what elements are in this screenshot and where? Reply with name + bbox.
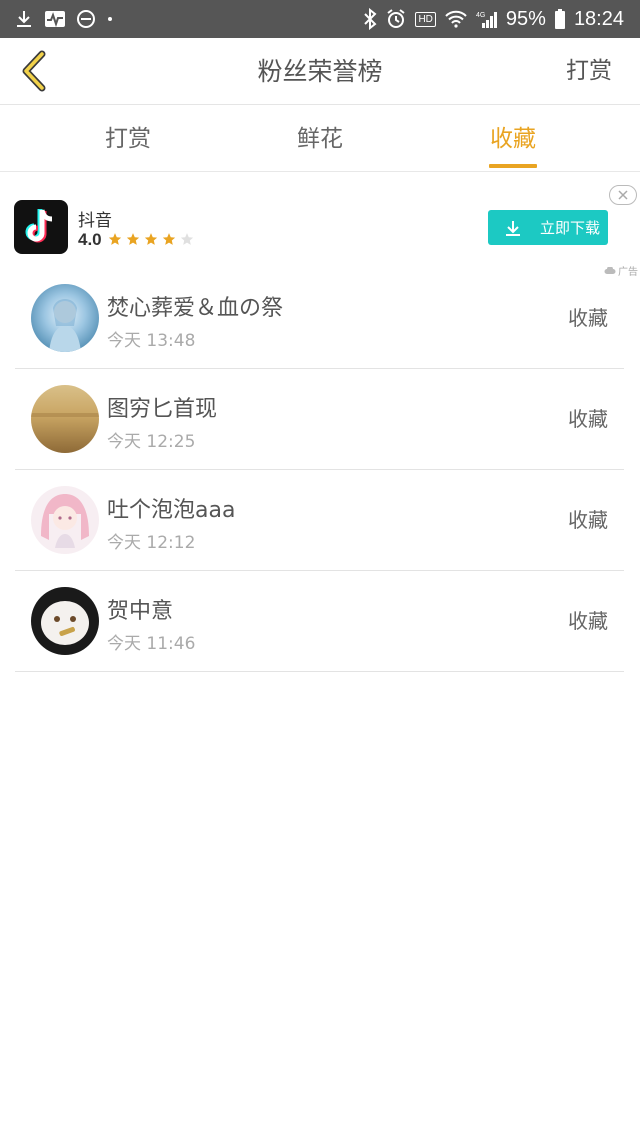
wifi-icon bbox=[444, 0, 468, 38]
star-filled-icon bbox=[108, 233, 122, 245]
tab-favorites[interactable]: 收藏 bbox=[453, 106, 573, 172]
reward-button[interactable]: 打赏 bbox=[566, 38, 612, 105]
notification-dot-icon bbox=[106, 0, 114, 38]
battery-percent: 95% bbox=[505, 7, 546, 30]
star-filled-icon bbox=[162, 233, 176, 245]
hd-icon: HD bbox=[415, 0, 436, 38]
do-not-disturb-icon bbox=[76, 0, 96, 38]
avatar[interactable] bbox=[31, 385, 99, 453]
tab-bar: 打赏 鲜花 收藏 bbox=[0, 106, 640, 172]
alarm-icon bbox=[385, 0, 407, 38]
user-name: 图穷匕首现 bbox=[107, 397, 218, 422]
star-filled-icon bbox=[144, 233, 158, 245]
ad-close-button[interactable] bbox=[609, 185, 637, 205]
record-time: 今天 13:48 bbox=[107, 331, 196, 351]
record-type: 收藏 bbox=[568, 508, 608, 532]
bluetooth-icon bbox=[363, 0, 377, 38]
list-item[interactable]: 图穷匕首现 今天 12:25 收藏 bbox=[15, 369, 624, 470]
list-item[interactable]: 贺中意 今天 11:46 收藏 bbox=[15, 571, 624, 672]
list-item[interactable]: 吐个泡泡aaa 今天 12:12 收藏 bbox=[15, 470, 624, 571]
status-bar-left bbox=[14, 0, 114, 38]
status-bar: HD 4G 95% 18:24 bbox=[0, 0, 640, 38]
avatar[interactable] bbox=[31, 284, 99, 352]
nav-header: 粉丝荣誉榜 打赏 bbox=[0, 38, 640, 105]
record-type: 收藏 bbox=[568, 306, 608, 330]
record-type: 收藏 bbox=[568, 407, 608, 431]
close-icon bbox=[618, 190, 628, 200]
avatar[interactable] bbox=[31, 587, 99, 655]
battery-icon bbox=[554, 0, 566, 38]
favorites-list: 焚心葬爱＆血の祭 今天 13:48 收藏 图穷匕首现 今天 12:25 收藏 吐… bbox=[15, 268, 624, 672]
status-bar-right: HD 4G 95% 18:24 bbox=[363, 0, 624, 38]
star-filled-icon bbox=[126, 233, 140, 245]
ad-rating-stars bbox=[108, 232, 194, 246]
record-time: 今天 11:46 bbox=[107, 634, 196, 654]
download-arrow-icon bbox=[505, 220, 520, 236]
user-name: 焚心葬爱＆血の祭 bbox=[107, 296, 284, 321]
download-icon bbox=[14, 0, 34, 38]
download-now-button[interactable]: 立即下载 bbox=[488, 210, 608, 245]
clock: 18:24 bbox=[573, 7, 624, 30]
activity-icon bbox=[44, 0, 66, 38]
record-type: 收藏 bbox=[568, 609, 608, 633]
avatar[interactable] bbox=[31, 486, 99, 554]
download-now-label: 立即下载 bbox=[539, 219, 600, 237]
tab-flowers[interactable]: 鲜花 bbox=[260, 106, 380, 172]
ad-app-name: 抖音 bbox=[78, 211, 112, 231]
ad-banner[interactable]: 抖音 4.0 立即下载 广告 bbox=[0, 172, 640, 278]
tab-reward[interactable]: 打赏 bbox=[68, 106, 188, 172]
svg-text:4G: 4G bbox=[476, 12, 485, 19]
user-name: 吐个泡泡aaa bbox=[107, 498, 236, 523]
record-time: 今天 12:25 bbox=[107, 432, 196, 452]
signal-icon: 4G bbox=[476, 0, 498, 38]
list-item[interactable]: 焚心葬爱＆血の祭 今天 13:48 收藏 bbox=[15, 268, 624, 369]
ad-rating: 4.0 bbox=[78, 230, 102, 249]
star-empty-icon bbox=[180, 233, 194, 245]
tab-active-indicator bbox=[489, 164, 537, 168]
page-title: 粉丝荣誉榜 bbox=[257, 57, 383, 86]
record-time: 今天 12:12 bbox=[107, 533, 196, 553]
user-name: 贺中意 bbox=[107, 599, 174, 624]
douyin-logo-icon bbox=[14, 200, 68, 254]
